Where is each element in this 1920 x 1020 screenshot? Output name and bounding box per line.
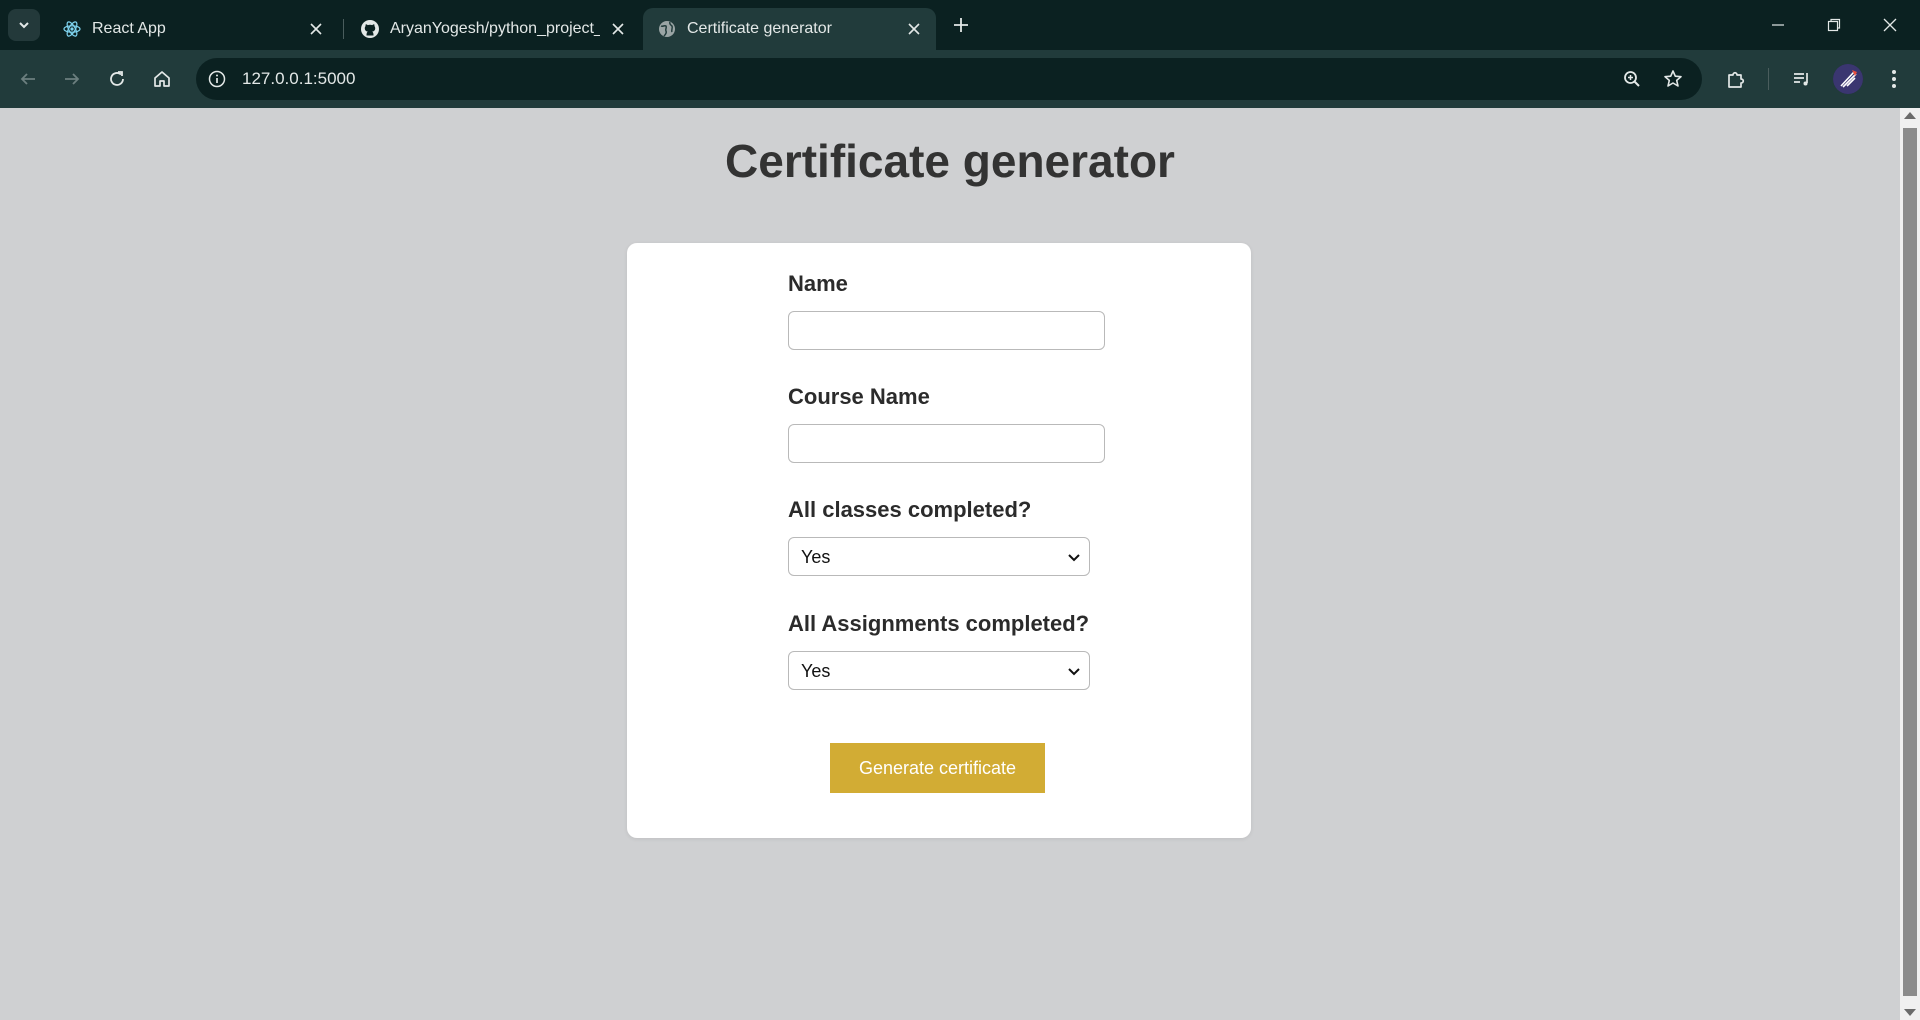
tab-react-app[interactable]: React App: [48, 8, 338, 50]
course-name-input[interactable]: [788, 424, 1105, 463]
new-tab-button[interactable]: [946, 10, 976, 40]
toolbar-divider: [1768, 68, 1769, 90]
close-icon[interactable]: [904, 19, 924, 39]
assignments-completed-select[interactable]: Yes: [788, 651, 1090, 690]
zoom-icon[interactable]: [1619, 66, 1645, 92]
home-button[interactable]: [146, 63, 178, 95]
forward-button[interactable]: [56, 63, 88, 95]
plus-icon: [954, 18, 968, 32]
address-bar[interactable]: 127.0.0.1:5000: [196, 58, 1702, 100]
minimize-button[interactable]: [1750, 0, 1806, 50]
classes-completed-select[interactable]: Yes: [788, 537, 1090, 576]
profile-avatar[interactable]: [1833, 64, 1863, 94]
tab-certificate-generator[interactable]: Certificate generator: [643, 8, 936, 50]
select-value: Yes: [801, 661, 831, 681]
arrow-right-icon: [65, 73, 80, 85]
menu-button[interactable]: [1878, 63, 1910, 95]
name-label: Name: [788, 271, 848, 296]
close-icon[interactable]: [306, 19, 326, 39]
puzzle-icon: [1728, 71, 1745, 88]
close-icon[interactable]: [608, 19, 628, 39]
course-name-label: Course Name: [788, 384, 930, 409]
name-input[interactable]: [788, 311, 1105, 350]
assignments-completed-label: All Assignments completed?: [788, 611, 1090, 636]
reload-icon: [110, 71, 124, 86]
minimize-icon: [1772, 24, 1784, 26]
star-icon[interactable]: [1660, 66, 1686, 92]
generate-certificate-button[interactable]: Generate certificate: [830, 743, 1045, 793]
certificate-form: Name Course Name All classes completed? …: [627, 243, 1251, 838]
chevron-down-icon: [1068, 668, 1080, 676]
close-icon: [1883, 18, 1897, 32]
page-title: Certificate generator: [725, 135, 1175, 187]
tab-github[interactable]: AryanYogesh/python_project_ce: [346, 8, 640, 50]
window-close-button[interactable]: [1862, 0, 1918, 50]
classes-completed-label: All classes completed?: [788, 497, 1032, 522]
arrow-left-icon: [20, 73, 35, 85]
restore-button[interactable]: [1806, 0, 1862, 50]
scroll-down-arrow-icon[interactable]: [1904, 1009, 1916, 1016]
chevron-down-icon: [19, 22, 29, 29]
select-value: Yes: [801, 547, 831, 567]
media-controls-button[interactable]: [1786, 63, 1818, 95]
playlist-icon: [1794, 73, 1808, 86]
react-icon: [62, 19, 82, 39]
tab-title: AryanYogesh/python_project_ce: [390, 20, 600, 37]
site-info-icon[interactable]: [204, 66, 230, 92]
home-icon: [154, 71, 170, 87]
chevron-down-icon: [1068, 554, 1080, 562]
browser-toolbar: 127.0.0.1:5000: [0, 50, 1920, 108]
more-vertical-icon: [1892, 70, 1896, 88]
tab-divider: [343, 19, 344, 39]
reload-button[interactable]: [101, 63, 133, 95]
back-button[interactable]: [12, 63, 44, 95]
page-content: Certificate generator Name Course Name A…: [0, 108, 1900, 1020]
tab-title: Certificate generator: [687, 20, 832, 37]
tab-search-button[interactable]: [8, 9, 40, 41]
github-icon: [360, 19, 380, 39]
extensions-button[interactable]: [1720, 63, 1752, 95]
scroll-thumb[interactable]: [1903, 128, 1917, 996]
tab-title: React App: [92, 20, 166, 37]
scroll-up-arrow-icon[interactable]: [1904, 112, 1916, 119]
vertical-scrollbar[interactable]: [1900, 108, 1920, 1020]
restore-icon: [1827, 18, 1841, 32]
tab-strip: React App AryanYogesh/python_project_ce …: [0, 0, 1920, 50]
globe-icon: [657, 19, 677, 39]
url-text[interactable]: 127.0.0.1:5000: [242, 69, 355, 89]
